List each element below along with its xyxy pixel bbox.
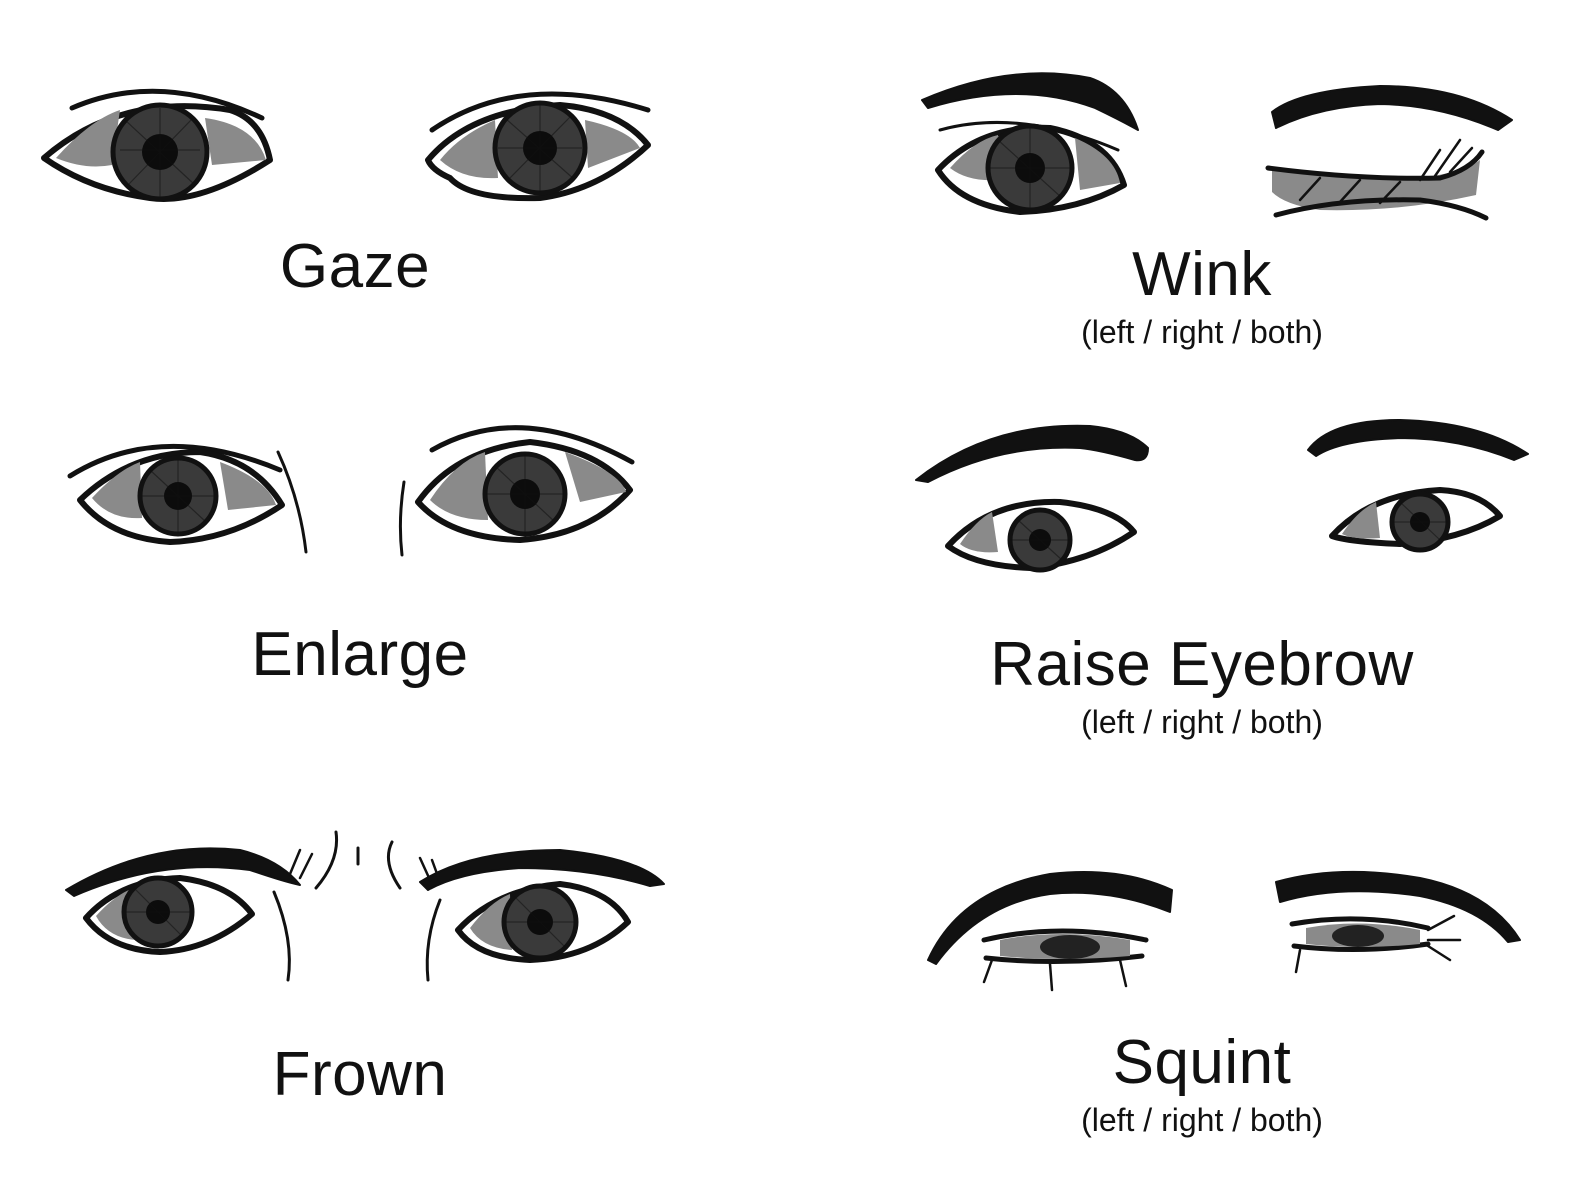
squint-sublabel: (left / right / both): [1081, 1102, 1323, 1138]
gaze-cell: Gaze: [0, 0, 720, 330]
raise-eyebrow-label: Raise Eyebrow: [990, 630, 1414, 699]
wink-sublabel: (left / right / both): [1081, 314, 1323, 350]
wink-cell: Wink (left / right / both): [880, 0, 1588, 360]
raise-eyebrow-sublabel: (left / right / both): [1081, 704, 1323, 740]
eye-gesture-diagram: Gaze Wink (left / right / both) Enlarge …: [0, 0, 1588, 1186]
gaze-label: Gaze: [279, 232, 431, 301]
enlarge-cell: Enlarge: [0, 390, 720, 710]
frown-label: Frown: [272, 1040, 448, 1109]
squint-label: Squint: [1112, 1028, 1292, 1097]
squint-cell: Squint (left / right / both): [880, 800, 1588, 1170]
frown-cell: Frown: [0, 810, 720, 1140]
raise-eyebrow-cell: Raise Eyebrow (left / right / both): [880, 390, 1588, 750]
wink-label: Wink: [1132, 240, 1272, 309]
enlarge-label: Enlarge: [251, 620, 469, 689]
